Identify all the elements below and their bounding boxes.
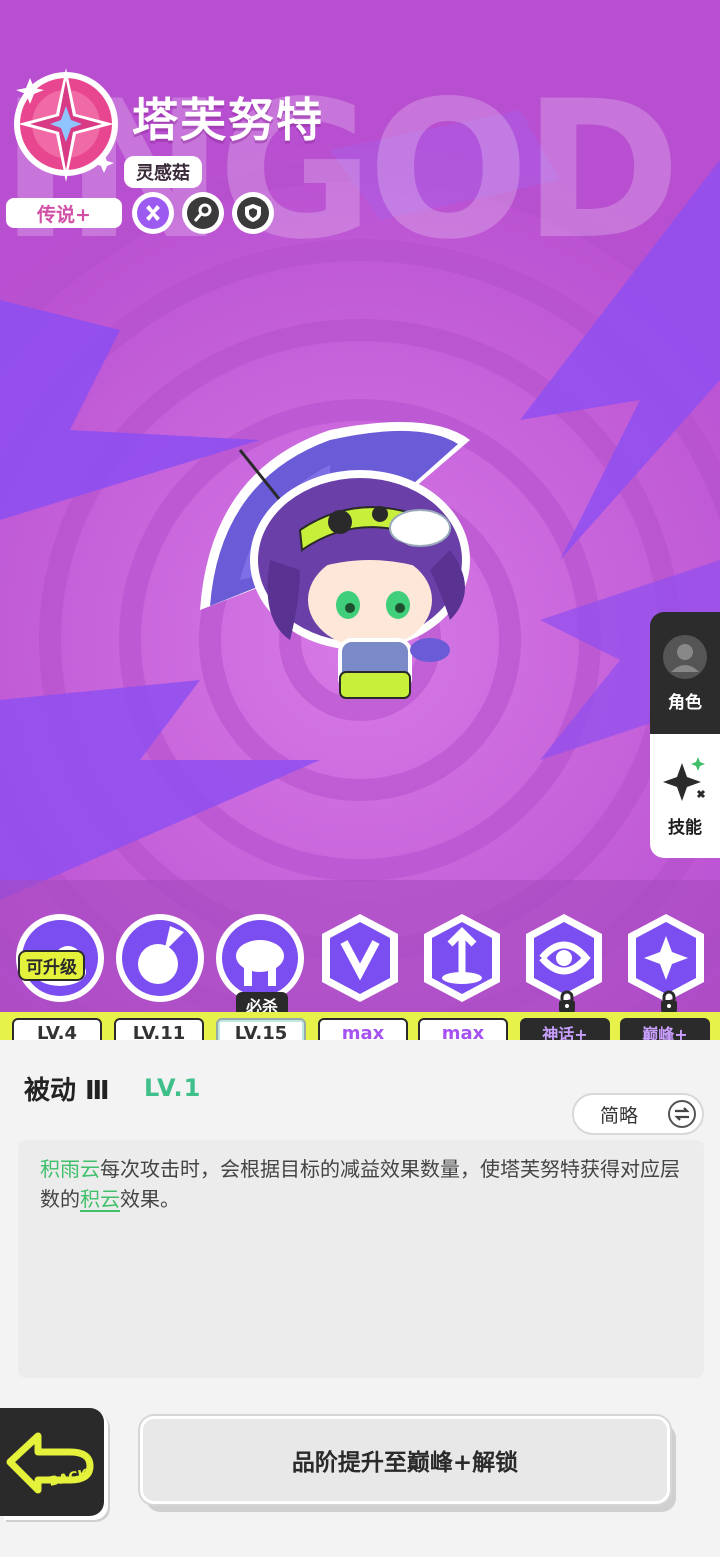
keyword-cumulus[interactable]: 积云	[80, 1187, 120, 1211]
avatar-icon	[663, 634, 707, 679]
skill-level-1[interactable]: LV.4	[12, 1018, 102, 1040]
skill-description: 积雨云每次攻击时，会根据目标的减益效果数量，使塔芙努特获得对应层数的积云效果。	[18, 1140, 704, 1378]
trait-shield-icon[interactable]	[232, 192, 274, 234]
character-name: 塔芙努特	[132, 93, 324, 147]
lock-icon	[559, 990, 575, 1013]
rarity-emblem-icon	[14, 68, 118, 182]
back-label: BACK	[48, 1467, 91, 1490]
skill-icon-3[interactable]	[214, 912, 306, 1004]
back-button[interactable]: BACK	[0, 1408, 104, 1516]
back-arrow-icon: BACK	[6, 1432, 94, 1494]
hero-art-area: INGOD 塔芙努特 灵感菇 传说+ 角色 技能 可升级 必杀 LV.4 LV.…	[0, 0, 720, 1040]
skill-icon-4[interactable]	[314, 912, 406, 1004]
skill-title: 被动 Ⅲ	[24, 1076, 110, 1106]
skill-level-3[interactable]: LV.15	[216, 1018, 306, 1040]
trait-key-icon[interactable]	[182, 192, 224, 234]
character-sprite	[200, 422, 470, 699]
skill-level-6[interactable]: 神话+	[520, 1018, 610, 1040]
brief-toggle-button[interactable]: 简略	[572, 1093, 704, 1135]
upgradable-badge: 可升级	[18, 950, 85, 981]
skill-icon-row	[0, 912, 720, 1012]
skill-level-4[interactable]: max	[318, 1018, 408, 1040]
description-text-2: 效果。	[120, 1187, 180, 1211]
faction-tag: 灵感菇	[124, 156, 202, 188]
skill-level-5[interactable]: max	[418, 1018, 508, 1040]
skill-level-7[interactable]: 巅峰+	[620, 1018, 710, 1040]
skill-current-level: LV.1	[144, 1074, 202, 1102]
rarity-tag: 传说+	[6, 198, 122, 228]
tab-role-label: 角色	[668, 692, 702, 713]
tab-skill[interactable]: 技能	[650, 734, 720, 858]
unlock-button[interactable]: 品阶提升至巅峰+解锁	[140, 1416, 670, 1504]
skill-icon-5[interactable]	[416, 912, 508, 1004]
trait-x-icon[interactable]	[132, 192, 174, 234]
skill-icon-2[interactable]	[114, 912, 206, 1004]
tab-skill-label: 技能	[668, 817, 702, 838]
keyword-cumulonimbus[interactable]: 积雨云	[40, 1157, 100, 1181]
lock-icon	[661, 990, 677, 1013]
brief-toggle-label: 简略	[600, 1104, 639, 1127]
tab-role[interactable]: 角色	[650, 612, 720, 734]
skill-level-2[interactable]: LV.11	[114, 1018, 204, 1040]
sparkle-icon	[663, 756, 706, 801]
swap-icon	[668, 1100, 696, 1128]
side-tabs: 角色 技能	[650, 612, 720, 858]
